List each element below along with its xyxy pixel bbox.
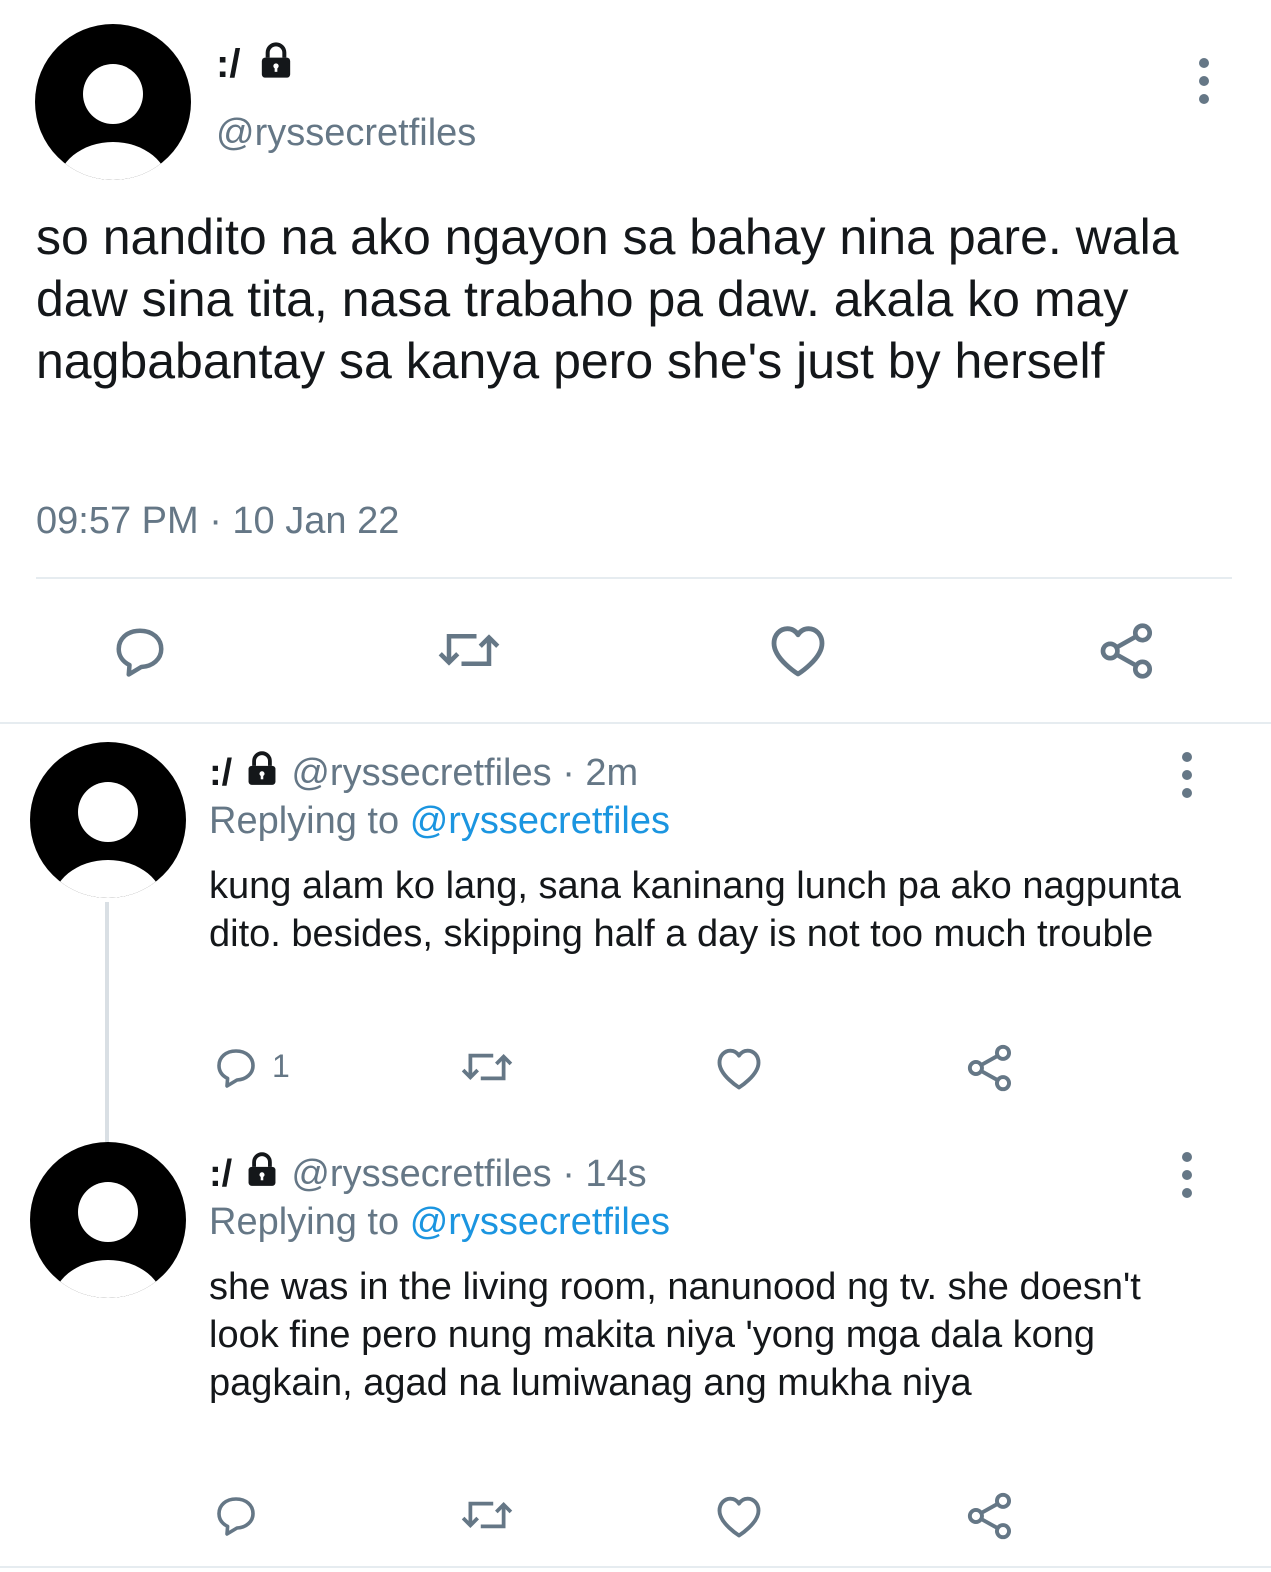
- tweet-age: · 2m: [562, 752, 639, 794]
- retweet-icon[interactable]: [460, 1042, 514, 1092]
- section-divider: [0, 722, 1271, 724]
- retweet-icon[interactable]: [436, 620, 502, 680]
- replying-to-link[interactable]: @ryssecretfiles: [410, 800, 670, 842]
- avatar[interactable]: [35, 24, 191, 180]
- more-icon[interactable]: [1182, 752, 1192, 806]
- like-icon[interactable]: [713, 1492, 765, 1540]
- avatar[interactable]: [30, 1142, 186, 1298]
- tweet-age: · 14s: [562, 1153, 647, 1195]
- bottom-divider: [0, 1566, 1271, 1568]
- reply-icon[interactable]: [110, 622, 170, 682]
- tweet-text: kung alam ko lang, sana kaninang lunch p…: [209, 865, 1181, 955]
- share-icon[interactable]: [1096, 620, 1158, 682]
- share-icon[interactable]: [964, 1490, 1016, 1542]
- display-name[interactable]: :/: [209, 752, 232, 794]
- tweet-text: so nandito na ako ngayon sa bahay nina p…: [36, 209, 1179, 389]
- lock-icon: [243, 750, 281, 799]
- tweet-text: she was in the living room, nanunood ng …: [209, 1266, 1141, 1404]
- lock-icon: [256, 41, 296, 92]
- more-icon[interactable]: [1182, 1152, 1192, 1206]
- avatar[interactable]: [30, 742, 186, 898]
- reply-count: 1: [272, 1048, 290, 1084]
- handle[interactable]: @ryssecretfiles: [291, 752, 551, 794]
- share-icon[interactable]: [964, 1042, 1016, 1094]
- reply-icon[interactable]: [212, 1492, 260, 1540]
- more-icon[interactable]: [1199, 58, 1209, 112]
- like-icon[interactable]: [713, 1044, 765, 1092]
- retweet-icon[interactable]: [460, 1490, 514, 1540]
- timestamp: 09:57 PM · 10 Jan 22: [36, 500, 400, 542]
- lock-icon: [243, 1151, 281, 1200]
- like-icon[interactable]: [766, 620, 830, 680]
- divider: [36, 577, 1232, 579]
- handle[interactable]: @ryssecretfiles: [291, 1153, 551, 1195]
- thread-line: [105, 902, 109, 1142]
- replying-to-link[interactable]: @ryssecretfiles: [410, 1201, 670, 1243]
- replying-label: Replying to: [209, 800, 400, 842]
- replying-label: Replying to: [209, 1201, 400, 1243]
- display-name[interactable]: :/: [216, 42, 240, 86]
- reply-icon[interactable]: [212, 1044, 260, 1092]
- display-name[interactable]: :/: [209, 1153, 232, 1195]
- handle[interactable]: @ryssecretfiles: [216, 110, 476, 156]
